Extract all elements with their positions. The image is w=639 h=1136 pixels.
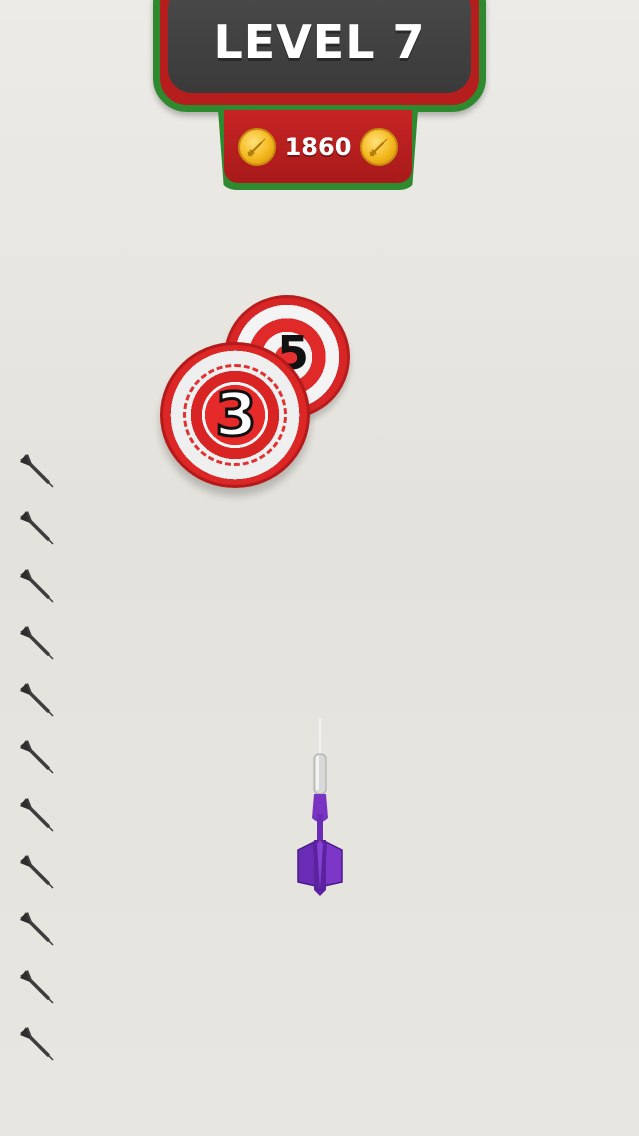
coin-icon	[359, 127, 398, 166]
player-dart-icon[interactable]	[290, 718, 350, 898]
remaining-dart-icon	[20, 855, 54, 889]
level-banner: LEVEL 7	[153, 0, 486, 112]
remaining-dart-icon	[20, 625, 54, 660]
remaining-dart-icon	[20, 797, 54, 832]
coin-panel: 1860	[218, 110, 418, 190]
remaining-dart-icon	[20, 912, 54, 946]
remaining-dart-icon	[20, 454, 54, 488]
remaining-dart-icon	[20, 568, 54, 603]
remaining-dart-icon	[20, 683, 54, 717]
remaining-dart-icon	[20, 969, 54, 1004]
target-front-number: 3	[214, 379, 259, 452]
remaining-dart-icon	[20, 511, 54, 545]
remaining-dart-icon	[20, 740, 54, 775]
remaining-darts	[16, 450, 58, 1080]
level-banner-inner: LEVEL 7	[168, 0, 471, 93]
coin-count: 1860	[284, 132, 352, 161]
target-front[interactable]: 3	[160, 342, 310, 488]
level-title: LEVEL 7	[213, 15, 426, 69]
remaining-dart-icon	[20, 1026, 54, 1061]
coin-icon	[238, 127, 276, 166]
coin-panel-inner: 1860	[224, 110, 412, 183]
